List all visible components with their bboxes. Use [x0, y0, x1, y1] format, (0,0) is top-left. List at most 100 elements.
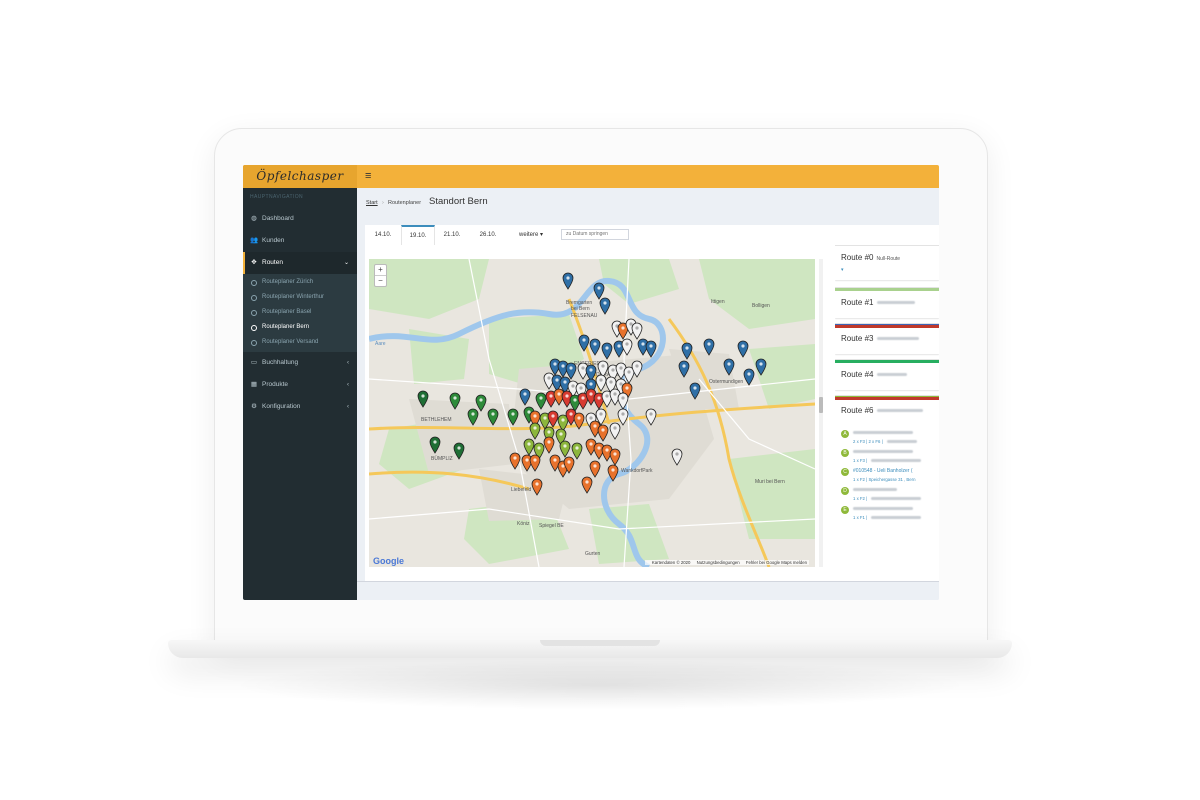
- submenu-item-label: Routeplaner Zürich: [262, 279, 314, 285]
- sidebar-item-label: Routen: [262, 259, 283, 266]
- map-pin-dot: [605, 448, 609, 452]
- route-card-3[interactable]: Route #3: [835, 323, 939, 354]
- panel-splitter-handle[interactable]: [819, 397, 823, 413]
- tab-21-10[interactable]: 21.10.: [437, 225, 467, 245]
- tab-26-10[interactable]: 26.10.: [473, 225, 503, 245]
- map-pin-dot: [549, 394, 553, 398]
- zoom-in-button[interactable]: +: [375, 265, 386, 276]
- sidebar-item-routen[interactable]: ✥ Routen ⌄: [243, 252, 357, 274]
- date-jump-input[interactable]: [561, 229, 629, 240]
- content-footer: [357, 581, 939, 600]
- route-title: Route #6: [841, 406, 924, 415]
- map-pin-dot: [629, 322, 633, 326]
- map-pin-dot: [617, 344, 621, 348]
- map-pin-dot: [581, 396, 585, 400]
- map-pin-dot: [527, 442, 531, 446]
- map-terms-link[interactable]: Nutzungsbedingungen: [697, 560, 740, 565]
- map-pin-dot: [537, 446, 541, 450]
- map-pin-dot: [621, 396, 625, 400]
- blurred-name: [853, 450, 913, 454]
- map-scroll-track[interactable]: [819, 259, 823, 567]
- submenu-item-label: Routeplaner Winterthur: [262, 294, 325, 300]
- map-label: FELSENAU: [571, 313, 598, 319]
- sidebar-item-produkte[interactable]: ▦ Produkte ‹: [243, 374, 357, 396]
- stop-name[interactable]: [853, 487, 897, 493]
- map-canvas[interactable]: Bremgartenbei BernFELSENAUIttigenBollige…: [369, 259, 815, 567]
- route-title: Route #0 Null-Route: [841, 253, 900, 262]
- map-pin-dot: [559, 432, 563, 436]
- route-color-bar: [835, 360, 939, 363]
- breadcrumb-start-link[interactable]: Start: [366, 200, 378, 206]
- google-logo-text: Google: [373, 556, 404, 566]
- map-pin-dot: [567, 460, 571, 464]
- map-pin-dot: [453, 396, 457, 400]
- map-pin-dot: [747, 372, 751, 376]
- circle-icon: [251, 280, 257, 286]
- stop-name[interactable]: #010548 - Ueli Banholzer (: [853, 468, 912, 474]
- breadcrumb: Start › Routenplaner Standort Bern: [357, 188, 939, 223]
- map-pin-dot: [553, 362, 557, 366]
- submenu-item-basel[interactable]: Routeplaner Basel: [243, 305, 357, 320]
- map-pin-dot: [569, 412, 573, 416]
- route-color-bar: [835, 324, 939, 328]
- map-pin-dot: [553, 458, 557, 462]
- submenu-item-winterthur[interactable]: Routeplaner Winterthur: [243, 290, 357, 305]
- brand-logo[interactable]: Öpfelchasper: [243, 165, 357, 188]
- zoom-out-button[interactable]: −: [375, 276, 386, 286]
- map-pin-dot: [533, 414, 537, 418]
- route-name: Route #6: [841, 406, 874, 415]
- stop-name[interactable]: [853, 449, 913, 455]
- map-pin-dot: [457, 446, 461, 450]
- map-view[interactable]: Bremgarten bei Bern FELSENAU Ittigen Bollige…: [369, 259, 815, 567]
- stop-badge: B: [841, 449, 849, 457]
- route-card-6[interactable]: Route #6 A 2 x F3 | 2 x F6 | B 1 x F3 | …: [835, 395, 939, 581]
- map-pin-dot: [675, 452, 679, 456]
- stop-name[interactable]: [853, 430, 913, 436]
- sidebar-item-konfiguration[interactable]: ⚙ Konfiguration ‹: [243, 396, 357, 418]
- map-label: Ostermundigen: [709, 379, 743, 385]
- route-card-1[interactable]: Route #1: [835, 287, 939, 318]
- map-pin-dot: [525, 458, 529, 462]
- map-pin-dot: [547, 440, 551, 444]
- breadcrumb-current: Routenplaner: [388, 200, 422, 206]
- map-label: Bolligen: [752, 303, 770, 309]
- zoom-control: + −: [374, 264, 387, 287]
- map-pin-dot: [601, 364, 605, 368]
- map-pin-dot: [523, 392, 527, 396]
- map-pin-dot: [613, 426, 617, 430]
- map-pin-dot: [563, 444, 567, 448]
- route-expand-caret[interactable]: ▾: [841, 267, 844, 273]
- map-pin-dot: [649, 412, 653, 416]
- tab-19-10[interactable]: 19.10.: [401, 225, 435, 245]
- map-pin-dot: [611, 368, 615, 372]
- map-pin-dot: [491, 412, 495, 416]
- map-pin-dot: [635, 326, 639, 330]
- route-card-4[interactable]: Route #4: [835, 359, 939, 390]
- submenu-item-zuerich[interactable]: Routeplaner Zürich: [243, 275, 357, 290]
- tab-14-10[interactable]: 14.10.: [369, 225, 397, 245]
- map-pin-dot: [605, 346, 609, 350]
- submenu-item-versand[interactable]: Routeplaner Versand: [243, 335, 357, 350]
- stop-badge: E: [841, 506, 849, 514]
- sidebar-item-buchhaltung[interactable]: ▭ Buchhaltung ‹: [243, 352, 357, 374]
- chevron-left-icon: ‹: [347, 360, 349, 366]
- map-pin-dot: [533, 458, 537, 462]
- map-pin-dot: [727, 362, 731, 366]
- route-title: Route #3: [841, 334, 920, 343]
- map-pin-dot: [565, 394, 569, 398]
- map-report-link[interactable]: Fehler bei Google Maps melden: [746, 560, 807, 565]
- submenu-item-bern[interactable]: Routeplaner Bern: [243, 320, 357, 335]
- stop-detail: 1 x F2 | Speichergasse 31 , Bern: [853, 477, 916, 482]
- map-pin-dot: [649, 344, 653, 348]
- tab-weitere-dropdown[interactable]: weitere ▾: [511, 225, 551, 245]
- stop-products: 1 x F2 |: [853, 496, 868, 501]
- route-color-bar: [835, 288, 939, 291]
- map-pin-dot: [551, 414, 555, 418]
- route-card-0[interactable]: Route #0 Null-Route ▾: [835, 245, 939, 280]
- stop-name[interactable]: [853, 506, 913, 512]
- sidebar-item-dashboard[interactable]: ◍ Dashboard: [243, 208, 357, 230]
- map-pin-dot: [741, 344, 745, 348]
- menu-toggle-icon[interactable]: ≡: [365, 165, 371, 188]
- map-pin-dot: [625, 386, 629, 390]
- sidebar-item-kunden[interactable]: 👥 Kunden: [243, 230, 357, 252]
